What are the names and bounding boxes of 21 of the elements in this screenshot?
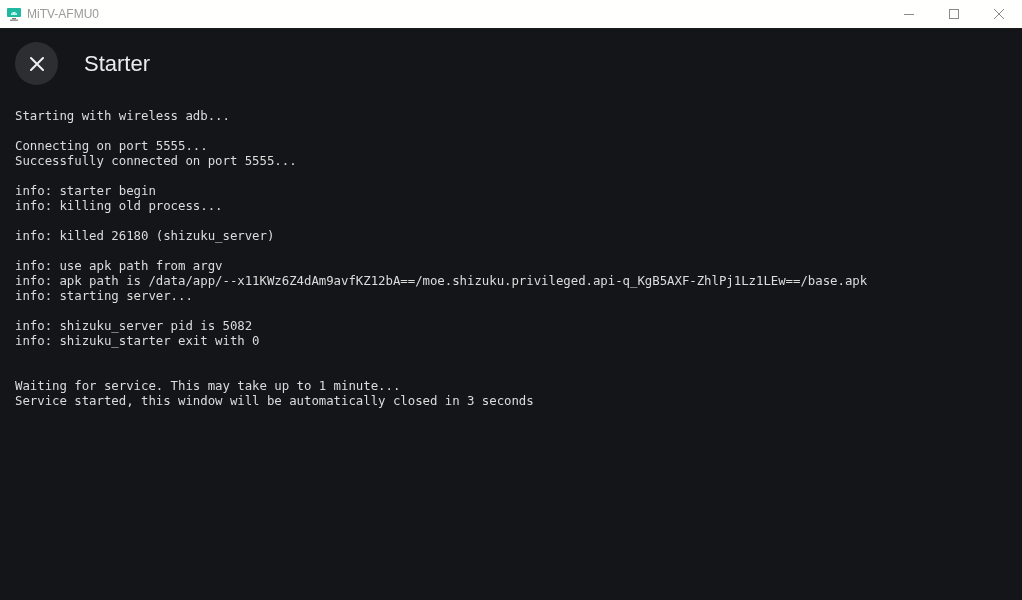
log-line: info: starter begin bbox=[15, 183, 156, 198]
log-line: Service started, this window will be automatically closed in 3 seconds bbox=[15, 393, 534, 408]
maximize-icon bbox=[948, 9, 959, 19]
log-line: Starting with wireless adb... bbox=[15, 108, 230, 123]
log-line: info: apk path is /data/app/--x11KWz6Z4dAm9avfKZ12bA==/moe.shizuku.privileged.api-q_KgB5AXF-ZhlPj1Lz1LEw==/base.apk bbox=[15, 273, 868, 288]
log-line: info: starting server... bbox=[15, 288, 193, 303]
log-line: info: use apk path from argv bbox=[15, 258, 223, 273]
log-line: Connecting on port 5555... bbox=[15, 138, 208, 153]
minimize-icon bbox=[903, 13, 914, 15]
tv-app-icon bbox=[7, 7, 21, 21]
log-line: info: shizuku_starter exit with 0 bbox=[15, 333, 260, 348]
log-line: Waiting for service. This may take up to 1 minute... bbox=[15, 378, 401, 393]
log-line: Successfully connected on port 5555... bbox=[15, 153, 297, 168]
close-icon bbox=[994, 9, 1004, 19]
screen-title: Starter bbox=[84, 52, 151, 75]
window-title: MiTV-AFMU0 bbox=[27, 6, 99, 23]
log-line: info: killed 26180 (shizuku_server) bbox=[15, 228, 275, 243]
close-circle-button[interactable] bbox=[15, 42, 58, 85]
log-line: info: killing old process... bbox=[15, 198, 223, 213]
close-icon bbox=[29, 56, 44, 71]
log-line: info: shizuku_server pid is 5082 bbox=[15, 318, 253, 333]
